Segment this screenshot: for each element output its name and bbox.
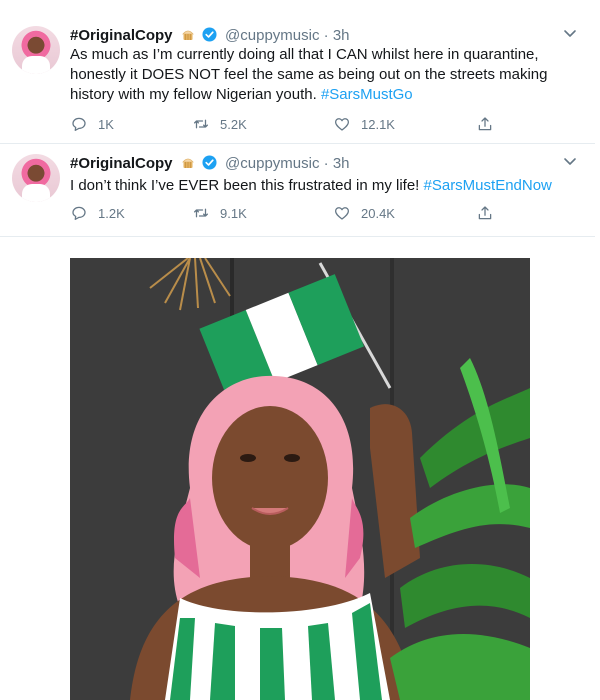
tweet-actions: 1.2K 9.1K 20.4K	[70, 204, 510, 224]
tweet-header: #OriginalCopy @cuppymusic · 3h	[70, 155, 350, 173]
share-icon	[478, 206, 492, 220]
like-button[interactable]: 20.4K	[333, 204, 395, 222]
hashtag-link[interactable]: #SarsMustGo	[321, 86, 413, 103]
hashtag-link[interactable]: #SarsMustEndNow	[424, 177, 552, 194]
like-count: 20.4K	[361, 205, 395, 221]
like-icon	[334, 207, 350, 220]
tweet-text: I don’t think I’ve EVER been this frustr…	[70, 176, 570, 196]
tweet-body: As much as I’m currently doing all that …	[70, 46, 548, 103]
reply-button[interactable]: 1.2K	[70, 204, 125, 222]
tweet-body: I don’t think I’ve EVER been this frustr…	[70, 177, 424, 194]
cupcake-emoji-icon	[181, 156, 195, 170]
reply-icon	[72, 117, 86, 132]
retweet-button[interactable]: 9.1K	[192, 204, 247, 222]
reply-icon	[72, 206, 86, 221]
retweet-count: 9.1K	[220, 205, 247, 221]
chevron-down-icon[interactable]	[563, 154, 577, 168]
like-button[interactable]: 12.1K	[333, 115, 395, 133]
share-button[interactable]	[476, 115, 504, 133]
handle[interactable]: @cuppymusic	[225, 155, 319, 172]
photo-illustration	[70, 258, 530, 700]
tweet-actions: 1K 5.2K 12.1K	[70, 115, 510, 135]
tweet-photo[interactable]	[70, 258, 530, 700]
retweet-button[interactable]: 5.2K	[192, 115, 247, 133]
retweet-icon	[193, 208, 209, 218]
tweet-1[interactable]: #OriginalCopy @cuppymusic · 3h As much a…	[0, 0, 595, 144]
tweet-header: #OriginalCopy @cuppymusic · 3h	[70, 27, 350, 45]
verified-badge-icon	[202, 155, 217, 170]
reply-count: 1K	[98, 116, 114, 132]
retweet-count: 5.2K	[220, 116, 247, 132]
reply-count: 1.2K	[98, 205, 125, 221]
avatar[interactable]	[12, 154, 60, 202]
avatar[interactable]	[12, 26, 60, 74]
reply-button[interactable]: 1K	[70, 115, 114, 133]
chevron-down-icon[interactable]	[563, 26, 577, 40]
cupcake-emoji-icon	[181, 28, 195, 42]
timestamp[interactable]: 3h	[333, 27, 350, 44]
like-icon	[334, 118, 350, 131]
like-count: 12.1K	[361, 116, 395, 132]
retweet-icon	[193, 119, 209, 129]
verified-badge-icon	[202, 27, 217, 42]
separator-dot: ·	[319, 27, 333, 44]
display-name[interactable]: #OriginalCopy	[70, 27, 173, 44]
display-name[interactable]: #OriginalCopy	[70, 155, 173, 172]
share-button[interactable]	[476, 204, 504, 222]
separator-dot: ·	[319, 155, 333, 172]
tweet-2[interactable]: #OriginalCopy @cuppymusic · 3h I don’t t…	[0, 144, 595, 237]
tweet-text: As much as I’m currently doing all that …	[70, 45, 570, 105]
share-icon	[478, 117, 492, 131]
handle[interactable]: @cuppymusic	[225, 27, 319, 44]
timestamp[interactable]: 3h	[333, 155, 350, 172]
